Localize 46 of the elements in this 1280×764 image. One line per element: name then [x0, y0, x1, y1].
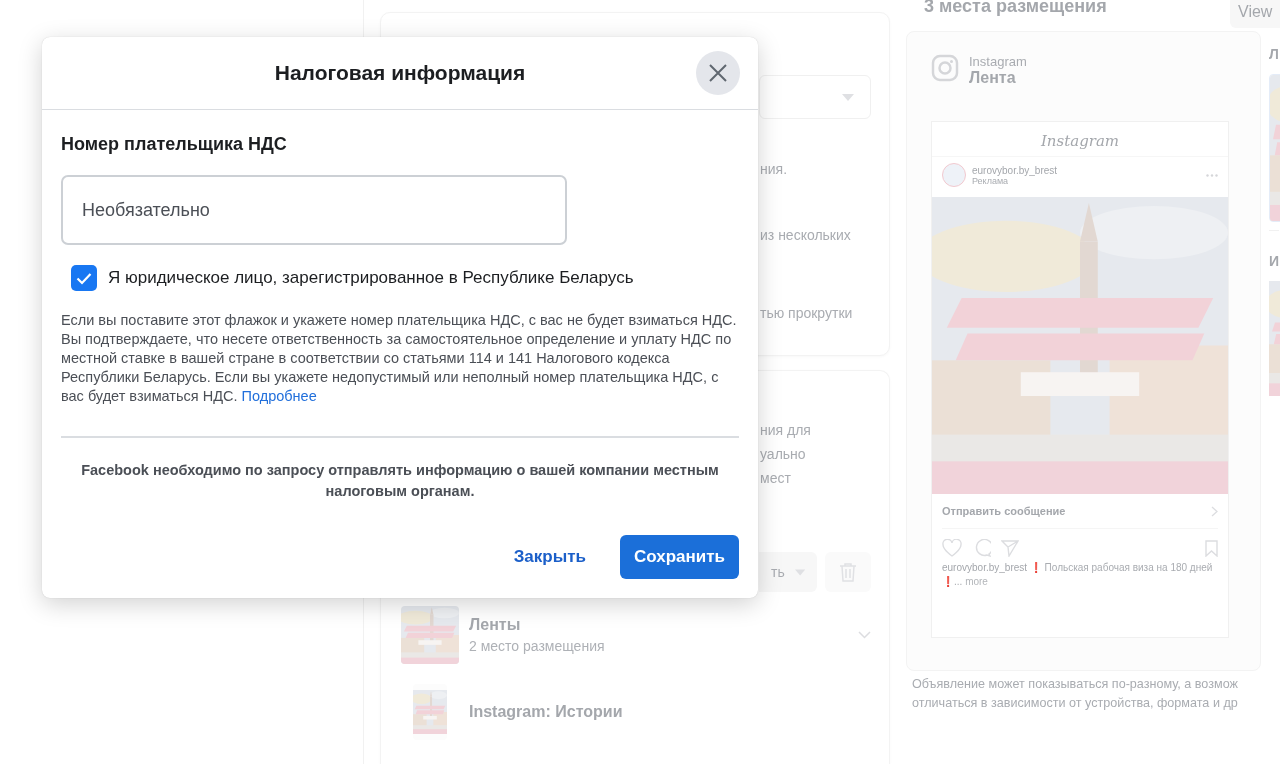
options-text: мест [760, 469, 792, 488]
dropdown[interactable] [759, 75, 871, 119]
instagram-icon [931, 54, 959, 82]
placement-name: Лента [969, 69, 1017, 87]
sponsored-label: Реклама [972, 175, 1009, 186]
placement-count: 2 место размещения [469, 638, 606, 654]
checkbox-label: Я юридическое лицо, зарегистрированное в Республике Беларусь [108, 268, 634, 288]
account-name: eurovybor.by_brest [972, 164, 1059, 176]
save-button[interactable]: Сохранить [619, 535, 739, 579]
placement-title: Ленты [469, 616, 522, 634]
placement-title: Instagram: Истории [469, 703, 624, 721]
caret-icon [794, 568, 805, 576]
heart-icon[interactable] [942, 539, 962, 557]
notice-text: Facebook необходимо по запросу отправлять информацию о вашей компании местным налоговым органам. [80, 461, 720, 501]
description-text: Если вы поставите этот флажок и укажете номер плательщика НДС, с вас не будет взиматься НДС. Вы подтверждаете, что несете ответственность за самостоятельное определение и уплату НДС по местной ставке в вашей стране в соответствии со статьями 114 и 141 Налогового кодекса Республики Беларусь. Если вы укажете недопустимый или неполный номер плательщика НДС, с вас будет взиматься НДС. Подробнее [61, 311, 738, 406]
setup-text: ния. [760, 161, 789, 178]
close-link-button[interactable]: Закрыть [493, 535, 606, 579]
send-icon[interactable] [1001, 539, 1019, 557]
cta-text: Отправить сообщение [942, 505, 1066, 517]
preview-note: Объявление может показываться по-разному, а возмож отличаться в зависимости от устройства, формата и др [911, 676, 1239, 712]
avatar-icon [942, 163, 966, 187]
preview-title: 3 места размещения [924, 0, 1107, 17]
instagram-wordmark: Instagram [932, 122, 1228, 157]
options-text: ния для [760, 421, 812, 440]
learn-more-link[interactable]: Подробнее [241, 388, 317, 404]
more-icon[interactable] [1206, 173, 1218, 177]
vat-number-field[interactable]: Необязательно [61, 175, 567, 245]
chevron-down-icon[interactable] [858, 631, 871, 639]
setup-text: тью прокрутки [760, 305, 854, 322]
options-text: уально [760, 445, 807, 464]
close-button[interactable] [696, 51, 740, 95]
platform-name: Instagram [969, 54, 1027, 69]
checkmark-icon [76, 271, 92, 285]
checkbox[interactable] [71, 265, 97, 291]
chevron-right-icon [1211, 505, 1218, 517]
field-label: Номер плательщика НДС [61, 134, 288, 155]
trash-icon [839, 562, 857, 582]
setup-text: из нескольких [760, 227, 852, 244]
close-icon [708, 63, 728, 83]
section-label: И [1269, 253, 1279, 269]
dialog-title: Налоговая информация [274, 61, 526, 85]
bookmark-icon[interactable] [1205, 539, 1218, 557]
delete-button[interactable] [825, 552, 871, 592]
caret-icon [842, 93, 854, 101]
post-caption: eurovybor.by_brest ❗ Польская рабочая виза на 180 дней ❗... more [941, 561, 1214, 589]
section-label: Л [1269, 46, 1279, 62]
